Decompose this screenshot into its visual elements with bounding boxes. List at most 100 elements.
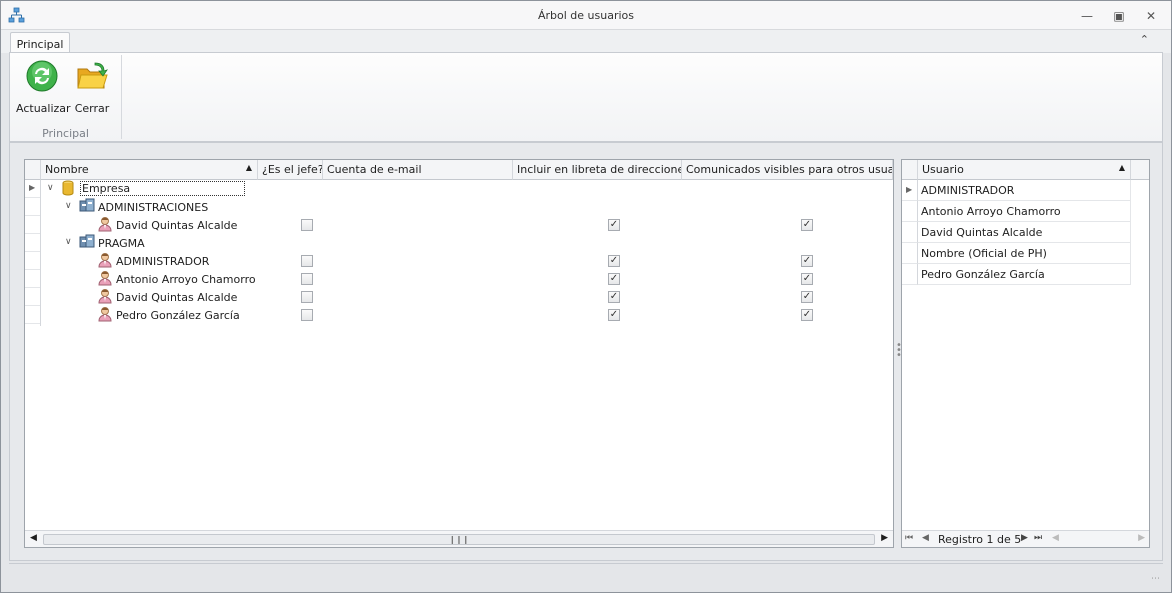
expand-chevron-icon[interactable]: ∨ xyxy=(65,237,72,247)
prev-record-icon[interactable]: ◀ xyxy=(922,533,929,543)
tree-node-label: Antonio Arroyo Chamorro xyxy=(116,272,256,286)
tree-row[interactable]: ∨ Empresa xyxy=(41,180,893,198)
tree-node: Empresa xyxy=(61,180,246,196)
user-icon xyxy=(97,270,113,286)
checkbox-jefe[interactable] xyxy=(301,255,313,267)
tree-node-label: Empresa xyxy=(80,181,246,196)
checkbox-comunicados[interactable]: ✓ xyxy=(801,255,813,267)
scroll-right-icon[interactable]: ▶ xyxy=(881,533,888,543)
next-record-icon[interactable]: ▶ xyxy=(1021,533,1028,543)
collapse-ribbon-icon[interactable]: ⌃ xyxy=(1140,33,1149,46)
tree-node: ADMINISTRADOR xyxy=(97,252,210,268)
row-indicator[interactable] xyxy=(902,243,918,264)
row-indicator[interactable] xyxy=(902,264,918,285)
checkbox-jefe[interactable] xyxy=(301,309,313,321)
user-row[interactable]: Pedro González García xyxy=(918,264,1131,285)
restore-button[interactable]: ▣ xyxy=(1107,6,1131,26)
row-indicator[interactable] xyxy=(25,198,40,216)
user-icon xyxy=(97,306,113,322)
org-tree-grid[interactable]: Nombre ▲ ¿Es el jefe? Cuenta de e-mail I… xyxy=(24,159,894,548)
column-header-usuario[interactable]: Usuario ▲ xyxy=(918,160,1131,180)
tree-node-label: ADMINISTRADOR xyxy=(116,254,210,268)
column-header-libreta[interactable]: Incluir en libreta de direcciones xyxy=(513,160,682,180)
row-indicator[interactable] xyxy=(25,288,40,306)
resize-grip-icon[interactable]: ⋯ xyxy=(1151,574,1160,584)
checkbox-comunicados[interactable]: ✓ xyxy=(801,273,813,285)
user-row[interactable]: ADMINISTRADOR xyxy=(918,180,1131,201)
window: Árbol de usuarios — ▣ ✕ Principal ⌃ Actu… xyxy=(0,0,1172,593)
tree-row[interactable]: Pedro González García ✓ ✓ xyxy=(41,306,893,324)
scroll-left-icon[interactable]: ◀ xyxy=(30,533,37,543)
tree-row[interactable]: ADMINISTRADOR ✓ ✓ xyxy=(41,252,893,270)
checkbox-jefe[interactable] xyxy=(301,273,313,285)
checkbox-comunicados[interactable]: ✓ xyxy=(801,291,813,303)
tree-row[interactable]: ∨ ADMINISTRACIONES xyxy=(41,198,893,216)
cerrar-button[interactable]: Cerrar xyxy=(66,59,118,115)
user-row[interactable]: Nombre (Oficial de PH) xyxy=(918,243,1131,264)
row-indicator[interactable]: ▶ xyxy=(25,180,40,198)
record-count-label: Registro 1 de 5 xyxy=(938,533,1022,546)
minimize-button[interactable]: — xyxy=(1075,6,1099,26)
row-indicator[interactable] xyxy=(25,306,40,324)
tree-node: PRAGMA xyxy=(79,234,145,250)
last-record-icon[interactable]: ⏭ xyxy=(1034,533,1042,543)
horizontal-scrollbar[interactable]: ◀ ❙❙❙ ▶ xyxy=(25,530,893,547)
splitter-grip-icon[interactable]: • • • xyxy=(896,341,902,363)
tree-node-label: ADMINISTRACIONES xyxy=(98,200,209,214)
sort-ascending-icon: ▲ xyxy=(1118,163,1125,172)
users-grid[interactable]: Usuario ▲ ▶ ADMINISTRADOR Antonio Arroyo C… xyxy=(901,159,1150,548)
checkbox-libreta[interactable]: ✓ xyxy=(608,219,620,231)
checkbox-libreta[interactable]: ✓ xyxy=(608,255,620,267)
checkbox-comunicados[interactable]: ✓ xyxy=(801,309,813,321)
tree-row[interactable]: Antonio Arroyo Chamorro ✓ ✓ xyxy=(41,270,893,288)
scroll-right-icon[interactable]: ▶ xyxy=(1138,533,1145,543)
row-indicator[interactable] xyxy=(902,201,918,222)
row-indicator[interactable]: ▶ xyxy=(902,180,918,201)
ribbon: Actualizar Cerrar Principal xyxy=(9,52,1163,142)
ribbon-group-label: Principal xyxy=(42,127,89,140)
row-indicator[interactable] xyxy=(902,222,918,243)
tree-node-label: Pedro González García xyxy=(116,308,240,322)
checkbox-libreta[interactable]: ✓ xyxy=(608,273,620,285)
tree-node: Pedro González García xyxy=(97,306,240,322)
expand-chevron-icon[interactable]: ∨ xyxy=(47,183,54,193)
tree-row[interactable]: ∨ PRAGMA xyxy=(41,234,893,252)
database-icon xyxy=(61,180,77,196)
scroll-thumb[interactable]: ❙❙❙ xyxy=(43,534,875,545)
checkbox-jefe[interactable] xyxy=(301,219,313,231)
first-record-icon[interactable]: ⏮ xyxy=(905,533,913,543)
column-header-jefe[interactable]: ¿Es el jefe? xyxy=(258,160,323,180)
tab-principal[interactable]: Principal xyxy=(10,32,70,54)
tree-node-label: David Quintas Alcalde xyxy=(116,290,238,304)
tree-node-label: PRAGMA xyxy=(98,236,145,250)
user-icon xyxy=(97,216,113,232)
column-header-email[interactable]: Cuenta de e-mail xyxy=(323,160,513,180)
user-row[interactable]: Antonio Arroyo Chamorro xyxy=(918,201,1131,222)
tree-node: Antonio Arroyo Chamorro xyxy=(97,270,256,286)
minimize-icon: — xyxy=(1081,9,1093,23)
actualizar-button[interactable]: Actualizar xyxy=(16,59,71,115)
title-bar: Árbol de usuarios — ▣ ✕ xyxy=(1,1,1171,30)
column-header-nombre[interactable]: Nombre ▲ xyxy=(41,160,258,180)
scroll-left-icon[interactable]: ◀ xyxy=(1052,533,1059,543)
expand-chevron-icon[interactable]: ∨ xyxy=(65,201,72,211)
checkbox-libreta[interactable]: ✓ xyxy=(608,309,620,321)
row-indicator[interactable] xyxy=(25,252,40,270)
row-indicator[interactable] xyxy=(25,270,40,288)
checkbox-jefe[interactable] xyxy=(301,291,313,303)
indicator-header xyxy=(902,160,918,180)
user-icon xyxy=(97,252,113,268)
row-indicator[interactable] xyxy=(25,216,40,234)
tree-row[interactable]: David Quintas Alcalde ✓ ✓ xyxy=(41,216,893,234)
user-row[interactable]: David Quintas Alcalde xyxy=(918,222,1131,243)
record-navigator: ⏮ ◀ Registro 1 de 5 ▶ ⏭ ◀ ▶ xyxy=(902,530,1149,547)
row-indicator[interactable] xyxy=(25,234,40,252)
current-row-icon: ▶ xyxy=(906,185,913,194)
checkbox-libreta[interactable]: ✓ xyxy=(608,291,620,303)
close-button[interactable]: ✕ xyxy=(1139,6,1163,26)
sort-ascending-icon: ▲ xyxy=(245,163,252,172)
content-area: Nombre ▲ ¿Es el jefe? Cuenta de e-mail I… xyxy=(9,142,1163,561)
checkbox-comunicados[interactable]: ✓ xyxy=(801,219,813,231)
tree-row[interactable]: David Quintas Alcalde ✓ ✓ xyxy=(41,288,893,306)
column-header-comunicados[interactable]: Comunicados visibles para otros usuarios xyxy=(682,160,893,180)
